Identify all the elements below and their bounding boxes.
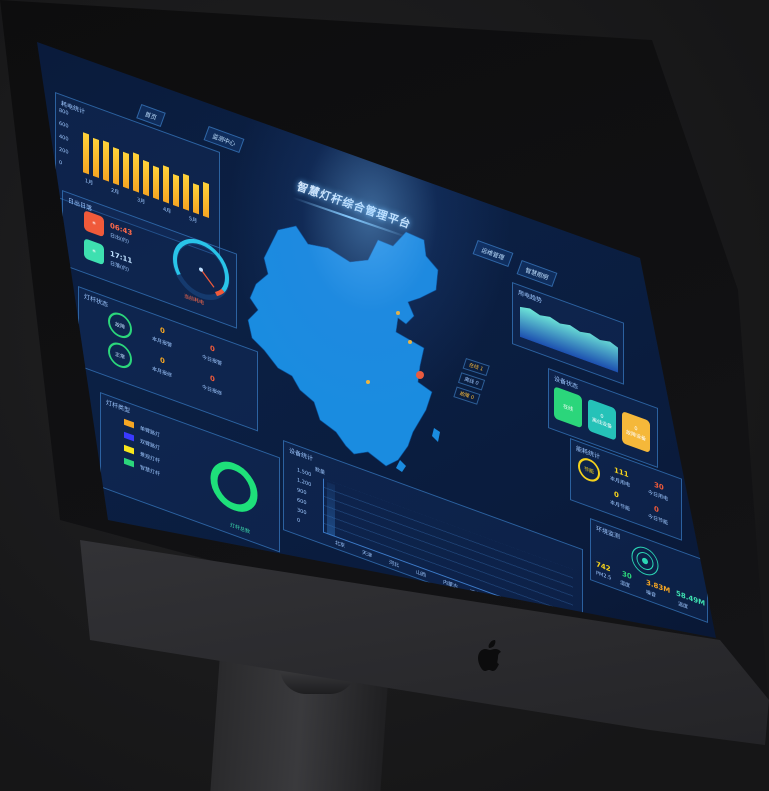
bar bbox=[203, 182, 209, 219]
y-tick: 0 bbox=[59, 159, 63, 167]
bar bbox=[83, 131, 89, 175]
bar bbox=[143, 160, 149, 197]
map-panel: 在线 1 离线 0 故障 0 bbox=[228, 170, 513, 472]
saving-ring-label: 节能 bbox=[583, 465, 594, 476]
scene: 智慧灯杆综合管理平台 首页 监测中心 运维管理 智慧照明 耗电统计 800 600… bbox=[0, 0, 769, 791]
map-legend-label-3: 故障 bbox=[458, 390, 471, 400]
map-legend-value-3: 0 bbox=[469, 394, 475, 402]
status-value-1: 0 bbox=[160, 325, 165, 336]
stat-value-4: 0 bbox=[654, 504, 659, 515]
power-trend-panel: 用电趋势 bbox=[512, 282, 624, 385]
map-alert-marker bbox=[416, 371, 424, 379]
map-legend-label-1: 在线 bbox=[467, 362, 480, 372]
bar bbox=[133, 152, 139, 193]
map-legend-value-1: 1 bbox=[479, 365, 484, 373]
bar bbox=[103, 140, 109, 182]
status-value-4: 0 bbox=[210, 374, 215, 384]
china-map bbox=[247, 225, 440, 472]
normal-ring-label: 正常 bbox=[114, 350, 125, 361]
bar bbox=[113, 146, 119, 186]
fault-ring-label: 故障 bbox=[114, 320, 125, 331]
map-marker bbox=[408, 340, 412, 344]
gauge-needle bbox=[200, 269, 215, 288]
china-map-shape bbox=[247, 225, 439, 467]
y-tick: 0 bbox=[297, 517, 301, 525]
status-value-3: 0 bbox=[160, 355, 165, 366]
bar bbox=[163, 164, 169, 204]
apple-logo-icon bbox=[478, 640, 501, 671]
map-legend-label-2: 离线 bbox=[463, 376, 475, 386]
bar bbox=[93, 138, 99, 178]
map-marker bbox=[396, 311, 400, 315]
bar bbox=[173, 173, 179, 208]
online-label: 在线 bbox=[562, 402, 573, 413]
map-legend-value-2: 0 bbox=[474, 380, 480, 387]
bar bbox=[193, 182, 199, 215]
environment-panel: 环境监测 742 PM2.5 30 湿度 3.83M 噪音 58.49M 温度 bbox=[590, 518, 708, 623]
stat-value-3: 0 bbox=[614, 490, 619, 500]
bar bbox=[153, 165, 159, 200]
map-marker bbox=[366, 380, 370, 384]
chart-bar bbox=[327, 482, 335, 537]
bar bbox=[183, 173, 189, 211]
bar bbox=[123, 151, 129, 189]
tab-lighting[interactable]: 智慧照明 bbox=[516, 259, 558, 288]
status-value-2: 0 bbox=[210, 344, 215, 354]
